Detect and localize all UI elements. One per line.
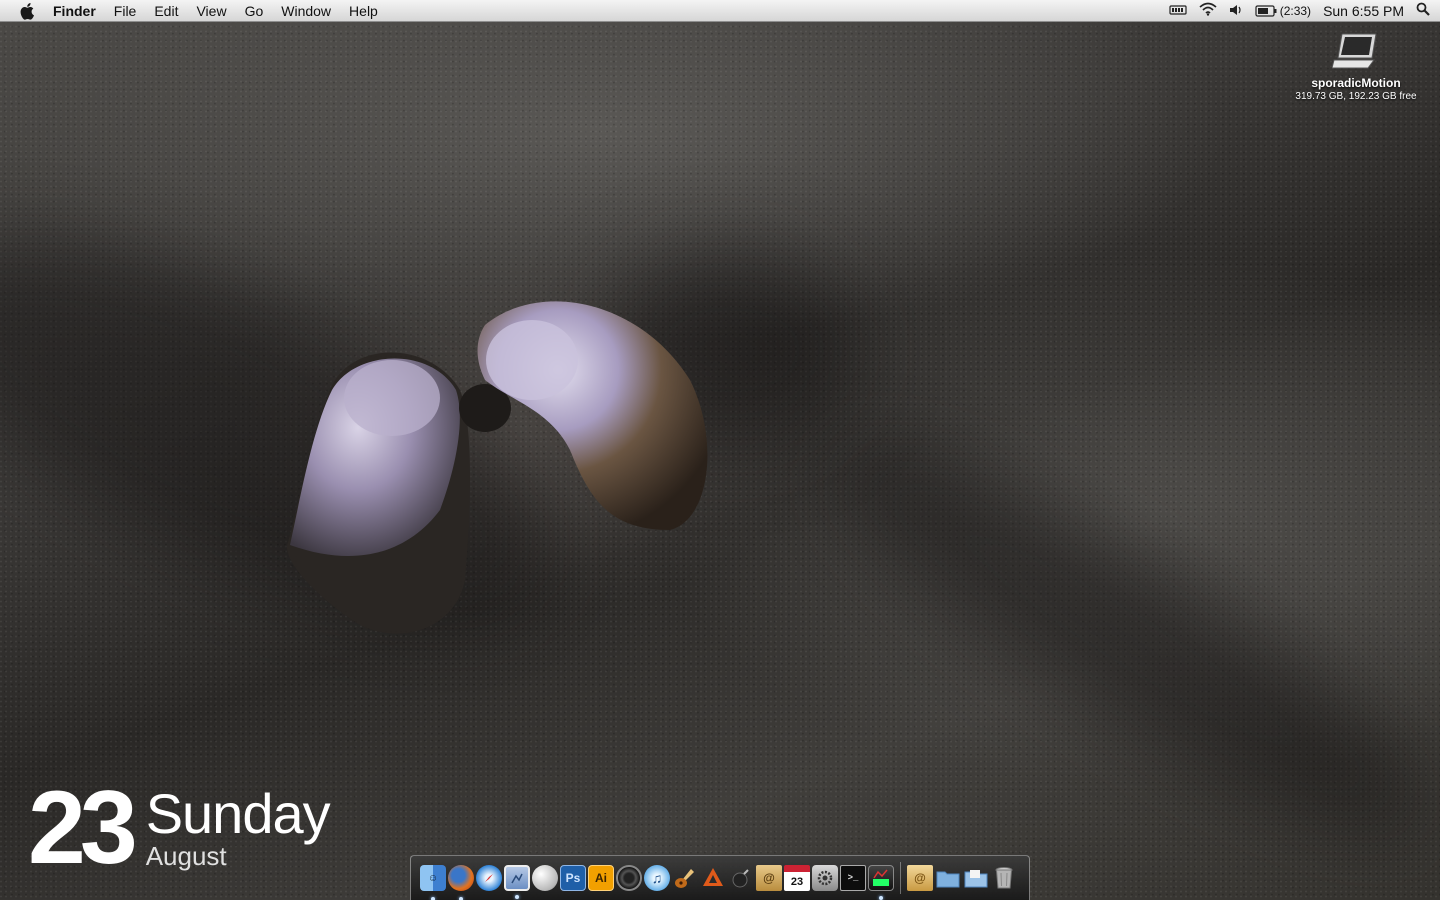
photoshop-label: Ps [565,871,581,885]
dock-preview-icon[interactable] [504,865,530,899]
dock-safari-icon[interactable] [476,865,502,891]
dock-ball-app-icon[interactable] [532,865,558,891]
dock-garageband-icon[interactable] [672,865,698,891]
dock-aperture-icon[interactable] [616,865,642,891]
desktop-volume[interactable]: sporadicMotion 319.73 GB, 192.23 GB free [1286,30,1426,102]
menu-go[interactable]: Go [236,0,273,22]
menu-help[interactable]: Help [340,0,387,22]
dock-photoshop-icon[interactable]: Ps [560,865,586,891]
menu-edit[interactable]: Edit [145,0,187,22]
volume-icon[interactable] [1229,3,1243,19]
dock-separator [900,862,901,894]
date-weekday: Sunday [145,782,331,845]
date-widget: 23 Sunday August [28,770,331,886]
dock-bomb-app-icon[interactable] [728,865,754,891]
dock-documents-folder-icon[interactable] [935,865,961,891]
ical-day: 23 [790,875,804,888]
menu-extra-memory-icon[interactable] [1169,3,1187,19]
apple-menu-icon[interactable] [17,2,39,20]
dock-address-book-icon[interactable]: @ [756,865,782,891]
dock-illustrator-icon[interactable]: Ai [588,865,614,891]
dock-firefox-icon[interactable] [448,865,474,900]
wallpaper-shells [286,301,708,634]
dock-system-preferences-icon[interactable] [812,865,838,891]
wifi-icon[interactable] [1199,2,1217,19]
menu-view[interactable]: View [187,0,235,22]
date-day: 23 [28,770,138,886]
illustrator-label: Ai [595,871,607,885]
battery-status[interactable]: (2:33) [1255,4,1311,18]
dock-activity-monitor-icon[interactable] [868,865,894,900]
laptop-drive-icon [1332,33,1377,69]
menu-file[interactable]: File [105,0,146,22]
dock-downloads-folder-icon[interactable] [963,865,989,891]
clock[interactable]: Sun 6:55 PM [1323,3,1404,19]
battery-time: (2:33) [1279,3,1312,18]
dock-applications-stack-icon[interactable]: @ [907,865,933,891]
date-month: August [145,841,227,871]
dock-reason-icon[interactable] [700,865,726,891]
spotlight-search-icon[interactable] [1416,2,1430,19]
volume-name: sporadicMotion [1311,76,1401,90]
dock-trash-icon[interactable] [991,865,1017,891]
dock-ical-icon[interactable]: 23 [784,865,810,891]
menu-window[interactable]: Window [272,0,340,22]
menu-app-finder[interactable]: Finder [53,0,105,22]
battery-icon [1255,4,1277,17]
dock: ☺ Ps Ai ♫ @ 23 >_ @ [410,855,1030,900]
menu-bar: Finder File Edit View Go Window Help (2:… [0,0,1440,22]
dock-itunes-icon[interactable]: ♫ [644,865,670,891]
dock-finder-icon[interactable]: ☺ [420,865,446,900]
dock-terminal-icon[interactable]: >_ [840,865,866,891]
volume-info: 319.73 GB, 192.23 GB free [1295,91,1417,102]
